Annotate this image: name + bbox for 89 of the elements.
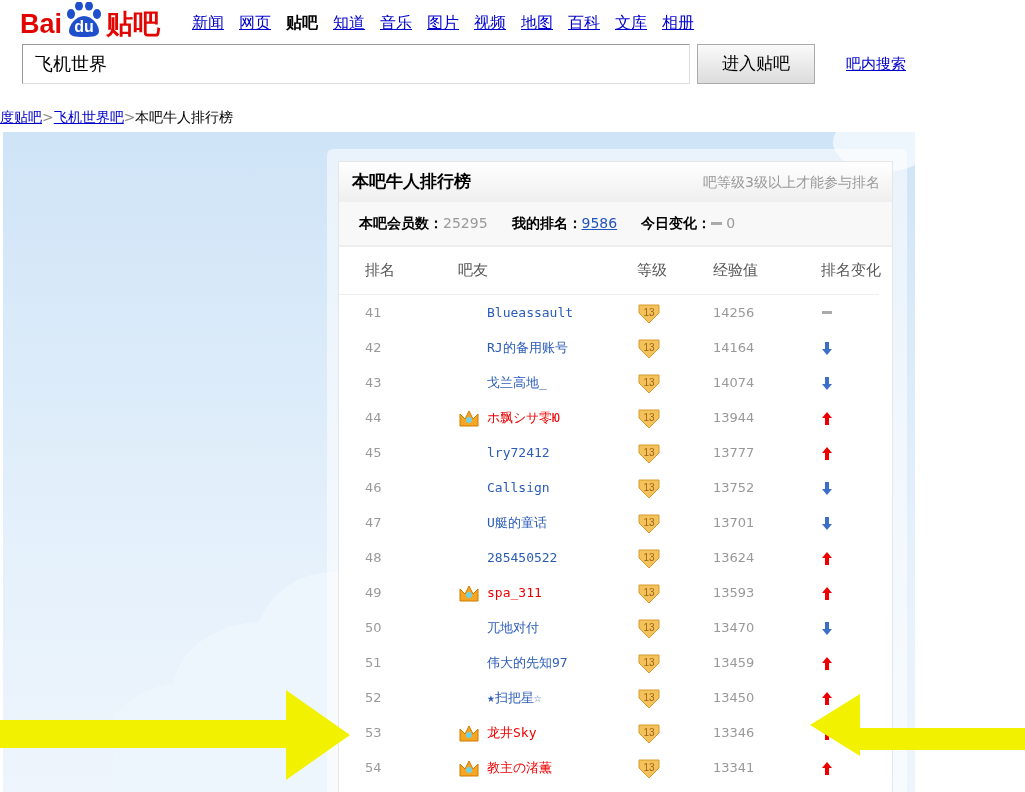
member-link[interactable]: 龙井Sky (487, 722, 637, 743)
rank-cell-text: 48 (365, 548, 383, 567)
nav-link[interactable]: 知道 (333, 11, 365, 35)
breadcrumb-text: 本吧牛人排行榜 (135, 108, 234, 126)
nav-link[interactable]: 音乐 (380, 11, 412, 35)
member-link[interactable]: U艇的童话 (487, 512, 637, 533)
member-link[interactable]: ホ飘シサ零Ю (487, 407, 637, 428)
breadcrumb-separator: > (42, 108, 54, 126)
column-header: 等级 (637, 260, 668, 282)
nav-link[interactable]: 相册 (662, 11, 694, 35)
member-link[interactable]: Callsign (487, 477, 637, 498)
exp-cell-text: 13346 (713, 723, 756, 742)
exp-cell-text: 13624 (713, 548, 756, 567)
level-badge: 13 (637, 721, 661, 744)
level-badge: 13 (637, 511, 661, 534)
member-link[interactable]: 兀地对付 (487, 617, 637, 638)
level-badge: 13 (637, 406, 661, 429)
exp-cell-text: 14256 (713, 303, 756, 322)
search-link[interactable]: 吧内搜索 (846, 52, 906, 76)
nav-link[interactable]: 地图 (521, 11, 553, 35)
column-header: 排名 (365, 260, 396, 282)
rank-cell-text: 46 (365, 478, 383, 497)
panel-note: 吧等级3级以上才能参与排名 (703, 172, 880, 192)
member-link[interactable]: lry72412 (487, 442, 637, 463)
column-header: 排名变化 (820, 260, 882, 282)
rank-cell-text: 53 (365, 723, 383, 742)
rank-cell-text: 47 (365, 513, 383, 532)
rank-link[interactable]: 9586 (581, 213, 618, 234)
search-field[interactable]: 飞机世界 (22, 44, 690, 84)
rank-cell-text: 49 (365, 583, 383, 602)
rank-cell-text: 43 (365, 373, 383, 392)
logo: Bai du 贴吧 (20, 2, 192, 38)
exp-cell-text: 13341 (713, 758, 756, 777)
rank-cell-text: 51 (365, 653, 383, 672)
breadcrumb-separator: > (123, 108, 136, 126)
exp-cell-text: 14074 (713, 373, 756, 392)
member-link[interactable]: 教主の渚薫 (487, 757, 637, 778)
level-badge: 13 (637, 616, 661, 639)
column-header: 吧友 (458, 260, 489, 282)
level-badge: 13 (637, 371, 661, 394)
exp-cell-text: 13701 (713, 513, 756, 532)
breadcrumb-link[interactable]: 飞机世界吧 (53, 108, 124, 126)
rank-cell-text: 54 (365, 758, 383, 777)
stat-label: 本吧会员数： (359, 214, 443, 233)
level-badge: 13 (637, 651, 661, 674)
exp-cell-text: 13470 (713, 618, 756, 637)
rank-cell-text: 44 (365, 408, 383, 427)
nav-link[interactable]: 网页 (239, 11, 271, 35)
nav-link[interactable]: 新闻 (192, 11, 224, 35)
stat-label: 今日变化： (641, 214, 712, 233)
member-link[interactable]: ★扫把星☆ (487, 687, 637, 708)
member-link[interactable]: RJ的备用账号 (487, 337, 637, 358)
level-badge: 13 (637, 756, 661, 779)
exp-cell-text: 13450 (713, 688, 756, 707)
exp-cell-text: 13777 (713, 443, 756, 462)
member-link[interactable]: Blueassault (487, 302, 637, 323)
column-header: 经验值 (713, 260, 759, 282)
rank-cell-text: 52 (365, 688, 383, 707)
nav-link[interactable]: 文库 (615, 11, 647, 35)
breadcrumb-link[interactable]: 度贴吧 (0, 108, 42, 126)
stat-label: 我的排名： (511, 214, 582, 233)
level-badge: 13 (637, 546, 661, 569)
level-badge: 13 (637, 686, 661, 709)
exp-cell-text: 13593 (713, 583, 756, 602)
member-link[interactable]: 伟大的先知97 (487, 652, 637, 673)
level-badge: 13 (637, 441, 661, 464)
panel-title: 本吧牛人排行榜 (352, 170, 471, 194)
rank-cell-text: 50 (365, 618, 383, 637)
exp-cell-text: 13944 (713, 408, 756, 427)
rank-cell-text: 42 (365, 338, 383, 357)
level-badge: 13 (637, 336, 661, 359)
nav-link[interactable]: 视频 (474, 11, 506, 35)
stat-value: 25295 (443, 214, 488, 233)
rank-cell-text: 41 (365, 303, 383, 322)
member-link[interactable]: spa_311 (487, 582, 637, 603)
exp-cell-text: 13752 (713, 478, 756, 497)
level-badge: 13 (637, 301, 661, 324)
rank-cell-text: 45 (365, 443, 383, 462)
member-link[interactable]: 285450522 (487, 547, 637, 568)
exp-cell-text: 14164 (713, 338, 756, 357)
nav-link[interactable]: 百科 (568, 11, 600, 35)
level-badge: 13 (637, 581, 661, 604)
nav-link[interactable]: 贴吧 (286, 11, 318, 35)
exp-cell-text: 13459 (713, 653, 756, 672)
stat-value: 0 (726, 214, 736, 233)
level-badge: 13 (637, 476, 661, 499)
nav-link[interactable]: 图片 (427, 11, 459, 35)
member-link[interactable]: 戈兰高地_ (487, 372, 637, 393)
enter-button[interactable]: 进入贴吧 (697, 44, 815, 84)
